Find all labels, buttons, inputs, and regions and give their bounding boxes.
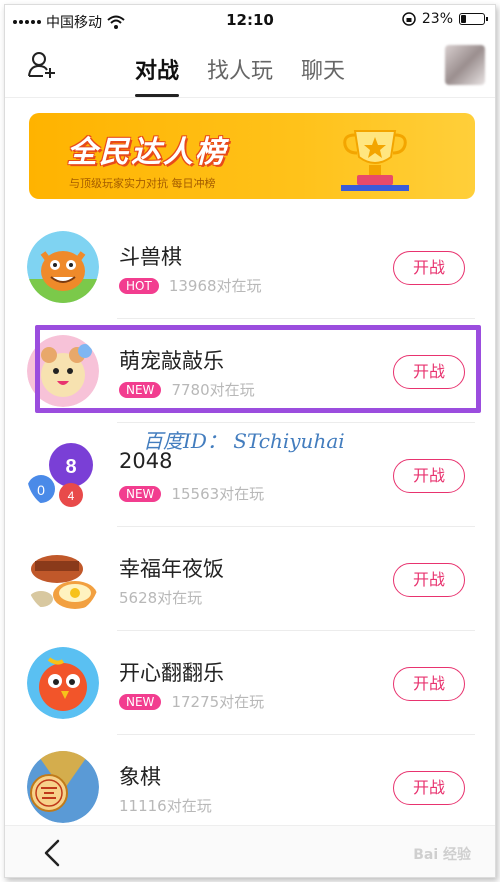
tab-chat[interactable]: 聊天: [301, 53, 345, 85]
player-count: 5628对在玩: [119, 589, 203, 607]
leaderboard-banner[interactable]: 全民达人榜 与顶级玩家实力对抗 每日冲榜: [29, 113, 475, 199]
start-battle-button[interactable]: 开战: [393, 563, 465, 597]
status-bar: 中国移动 12:10 23%: [5, 5, 495, 35]
svg-text:8: 8: [65, 456, 76, 478]
hamster-icon: [27, 335, 99, 407]
hot-badge: HOT: [119, 277, 159, 294]
avatar[interactable]: [445, 45, 485, 85]
list-item[interactable]: 开心翻翻乐 NEW 17275对在玩 开战: [5, 631, 495, 735]
list-item[interactable]: 斗兽棋 HOT 13968对在玩 开战: [5, 215, 495, 319]
battery-fill: [461, 15, 466, 23]
list-item[interactable]: 萌宠敲敲乐 NEW 7780对在玩 开战: [5, 319, 495, 423]
player-count: 11116对在玩: [119, 797, 212, 815]
game-meta: NEW 17275对在玩: [119, 691, 264, 712]
game-name: 斗兽棋: [119, 245, 182, 269]
dinner-icon: [27, 543, 99, 615]
back-icon[interactable]: [41, 838, 63, 868]
nav-divider: [5, 97, 495, 98]
battery-percent: 23%: [421, 11, 453, 27]
game-meta: NEW 15563对在玩: [119, 483, 264, 504]
number-balls-icon: 8 0 4: [27, 439, 99, 511]
player-count: 7780对在玩: [171, 381, 255, 399]
game-name: 象棋: [119, 765, 161, 789]
start-battle-button[interactable]: 开战: [393, 771, 465, 805]
top-nav: 对战 找人玩 聊天: [5, 35, 495, 97]
game-meta: HOT 13968对在玩: [119, 275, 262, 296]
tab-battle[interactable]: 对战: [135, 53, 180, 97]
watermark: 百度ID： STchiyuhai: [143, 429, 345, 453]
new-badge: NEW: [119, 693, 162, 710]
monster-icon: [27, 231, 99, 303]
game-name: 开心翻翻乐: [119, 661, 224, 685]
new-badge: NEW: [119, 485, 162, 502]
start-battle-button[interactable]: 开战: [393, 251, 465, 285]
new-badge: NEW: [119, 381, 162, 398]
game-meta: NEW 7780对在玩: [119, 379, 255, 400]
bird-icon: [27, 647, 99, 719]
add-friend-icon[interactable]: [27, 49, 57, 79]
bottom-bar: Bai 经验: [5, 825, 495, 877]
start-battle-button[interactable]: 开战: [393, 355, 465, 389]
list-item[interactable]: 象棋 11116对在玩 开战: [5, 735, 495, 839]
orientation-lock-icon: [402, 12, 416, 26]
game-name: 幸福年夜饭: [119, 557, 224, 581]
game-meta: 11116对在玩: [119, 795, 212, 816]
banner-title: 全民达人榜: [67, 135, 227, 170]
baidu-logo: Bai 经验: [413, 847, 471, 863]
trophy-icon: [341, 130, 409, 191]
start-battle-button[interactable]: 开战: [393, 459, 465, 493]
game-name: 萌宠敲敲乐: [119, 349, 224, 373]
list-item[interactable]: 幸福年夜饭 5628对在玩 开战: [5, 527, 495, 631]
player-count: 13968对在玩: [168, 277, 262, 295]
start-battle-button[interactable]: 开战: [393, 667, 465, 701]
chess-icon: [27, 751, 99, 823]
status-right: 23%: [402, 11, 488, 27]
tab-bar: 对战 找人玩 聊天: [135, 53, 345, 97]
tab-find-players[interactable]: 找人玩: [207, 53, 273, 85]
svg-text:0: 0: [37, 482, 45, 498]
battery-icon: [459, 13, 488, 25]
game-meta: 5628对在玩: [119, 587, 202, 608]
svg-text:4: 4: [68, 489, 75, 503]
phone-screen: 中国移动 12:10 23% 对战 找人玩 聊天 全民达人榜 与顶级玩家实力对抗…: [4, 4, 496, 878]
player-count: 17275对在玩: [171, 693, 265, 711]
player-count: 15563对在玩: [171, 485, 265, 503]
banner-subtitle: 与顶级玩家实力对抗 每日冲榜: [69, 177, 216, 190]
